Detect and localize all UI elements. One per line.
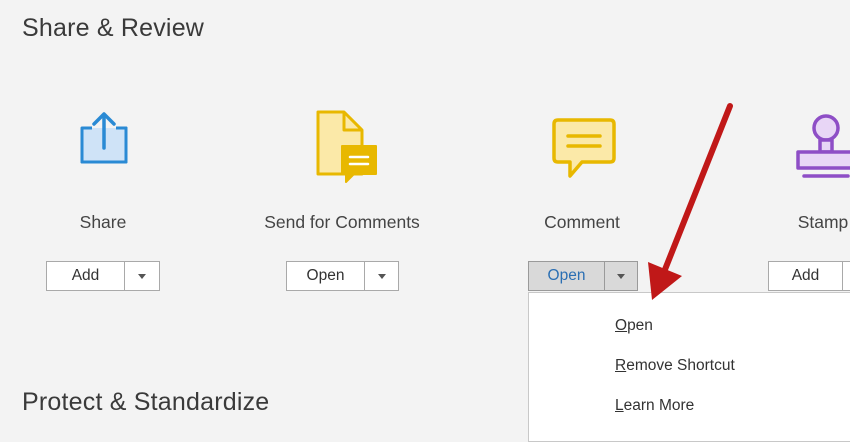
comment-icon: [552, 118, 616, 178]
comment-split-button[interactable]: Open: [528, 261, 638, 291]
comment-open-button[interactable]: Open: [529, 262, 605, 290]
chevron-down-icon[interactable]: [365, 262, 398, 290]
stamp-split-button[interactable]: Add: [768, 261, 850, 291]
tool-label-comment: Comment: [544, 212, 620, 232]
send-for-comments-split-button[interactable]: Open: [286, 261, 399, 291]
chevron-down-icon[interactable]: [125, 262, 159, 290]
chevron-down-icon[interactable]: [605, 262, 637, 290]
comment-dropdown-menu: Open Remove Shortcut Learn More: [528, 292, 850, 442]
section-title-protect: Protect & Standardize: [22, 388, 270, 416]
tool-label-send-for-comments: Send for Comments: [264, 212, 420, 232]
menu-item-learn-more[interactable]: Learn More: [615, 397, 694, 415]
stamp-icon: [796, 114, 850, 178]
stamp-add-button[interactable]: Add: [769, 262, 843, 290]
share-icon: [80, 112, 128, 164]
tool-label-stamp: Stamp: [797, 212, 849, 232]
tool-label-share: Share: [79, 212, 127, 232]
menu-item-remove-shortcut[interactable]: Remove Shortcut: [615, 357, 735, 375]
share-add-button[interactable]: Add: [47, 262, 125, 290]
menu-item-open[interactable]: Open: [615, 317, 653, 335]
page-title: Share & Review: [22, 14, 205, 42]
chevron-down-icon[interactable]: [843, 262, 850, 290]
send-for-comments-open-button[interactable]: Open: [287, 262, 365, 290]
send-for-comments-icon: [316, 110, 377, 183]
share-split-button[interactable]: Add: [46, 261, 160, 291]
